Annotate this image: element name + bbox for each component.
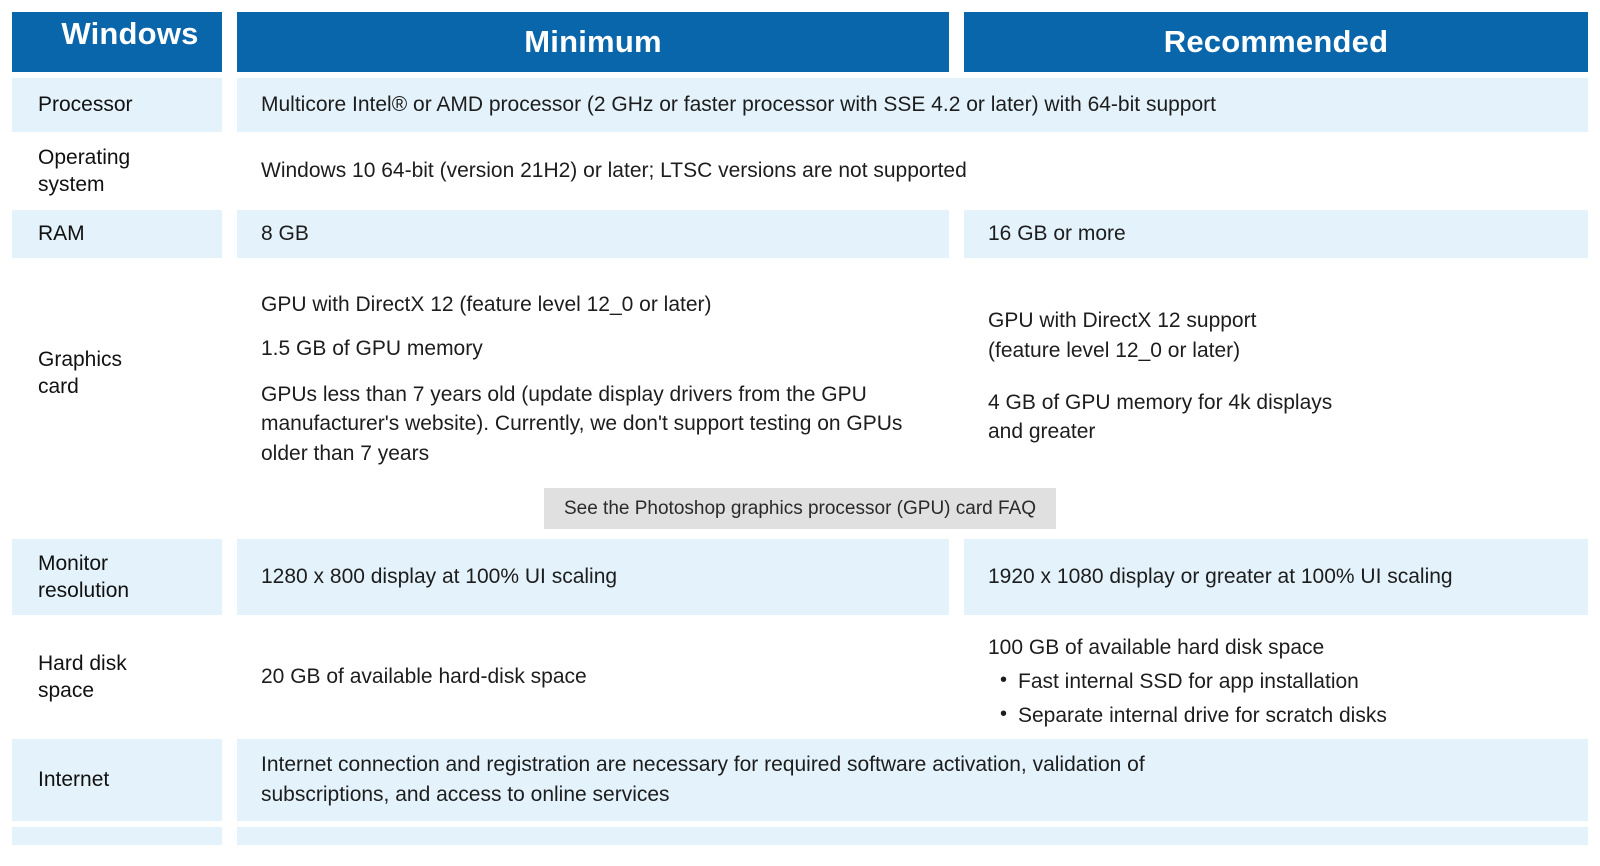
row-label-graphics-card: Graphics card (12, 264, 222, 482)
system-requirements-table: Windows Minimum Recommended Processor Mu… (0, 0, 1600, 845)
row-label-line-1: Monitor (38, 551, 109, 575)
gpu-min-paragraph-1: GPU with DirectX 12 (feature level 12_0 … (261, 293, 712, 316)
table-row-internet: Internet Internet connection and registr… (12, 739, 1588, 821)
row-label-next-partial (12, 827, 222, 845)
gpu-min-paragraph-3: GPUs less than 7 years old (update displ… (261, 382, 903, 466)
disk-rec-heading: 100 GB of available hard disk space (988, 636, 1325, 659)
header-recommended: Recommended (964, 12, 1588, 72)
row-value-processor: Multicore Intel® or AMD processor (2 GHz… (237, 78, 1588, 132)
row-label-line-2: resolution (38, 579, 130, 602)
row-label-monitor-resolution: Monitor resolution (12, 539, 222, 615)
row-label-line-1: Operating (38, 145, 131, 169)
internet-line-1: Internet connection and registration are… (261, 753, 1145, 777)
column-gap (949, 264, 964, 482)
row-label-line-1: Graphics (38, 347, 123, 371)
row-label-ram: RAM (12, 210, 222, 258)
row-label-line-1: Hard disk (38, 651, 127, 675)
row-value-graphics-card-recommended: GPU with DirectX 12 support (feature lev… (964, 264, 1588, 482)
table-row-monitor-resolution: Monitor resolution 1280 x 800 display at… (12, 539, 1588, 615)
row-value-internet: Internet connection and registration are… (237, 739, 1588, 821)
row-value-disk-minimum: 20 GB of available hard-disk space (237, 621, 949, 733)
internet-line-2: subscriptions, and access to online serv… (261, 783, 670, 806)
list-item: Separate internal drive for scratch disk… (1000, 700, 1570, 731)
table-row-hard-disk-space: Hard disk space 20 GB of available hard-… (12, 621, 1588, 733)
row-value-operating-system: Windows 10 64-bit (version 21H2) or late… (237, 138, 1588, 204)
row-value-monitor-recommended: 1920 x 1080 display or greater at 100% U… (964, 539, 1588, 615)
list-item: Fast internal SSD for app installation (1000, 666, 1570, 697)
row-label-line-2: system (38, 173, 105, 196)
row-label-hard-disk-space: Hard disk space (12, 621, 222, 733)
column-gap (949, 12, 964, 72)
disk-rec-bullet-list: Fast internal SSD for app installation S… (988, 666, 1570, 736)
table-row-graphics-card: Graphics card GPU with DirectX 12 (featu… (12, 264, 1588, 482)
column-gap (949, 210, 964, 258)
row-value-monitor-minimum: 1280 x 800 display at 100% UI scaling (237, 539, 949, 615)
column-gap (222, 78, 237, 132)
column-gap (222, 739, 237, 821)
table-row-next-partial (12, 827, 1588, 845)
column-gap (222, 827, 237, 845)
column-gap (222, 12, 237, 72)
table-row-operating-system: Operating system Windows 10 64-bit (vers… (12, 138, 1588, 204)
table-row-ram: RAM 8 GB 16 GB or more (12, 210, 1588, 258)
column-gap (949, 621, 964, 733)
gpu-rec-paragraph-1-line-1: GPU with DirectX 12 support (988, 309, 1257, 332)
row-value-next-partial (237, 827, 1588, 845)
header-minimum: Minimum (237, 12, 949, 72)
table-header-row: Windows Minimum Recommended (12, 12, 1588, 72)
gpu-rec-paragraph-2-line-2: and greater (988, 420, 1096, 444)
column-gap (222, 539, 237, 615)
row-value-graphics-card-minimum: GPU with DirectX 12 (feature level 12_0 … (237, 264, 949, 482)
column-gap (222, 264, 237, 482)
column-gap (222, 621, 237, 733)
gpu-rec-paragraph-2-line-1: 4 GB of GPU memory for 4k displays (988, 390, 1333, 414)
row-label-line-2: card (38, 375, 79, 398)
row-value-ram-minimum: 8 GB (237, 210, 949, 258)
gpu-rec-paragraph-1-line-2: (feature level 12_0 or later) (988, 338, 1241, 362)
gpu-min-paragraph-2: 1.5 GB of GPU memory (261, 336, 483, 360)
row-value-disk-recommended: 100 GB of available hard disk space Fast… (964, 621, 1588, 733)
table-row-processor: Processor Multicore Intel® or AMD proces… (12, 78, 1588, 132)
gpu-faq-note-wrapper: See the Photoshop graphics processor (GP… (12, 488, 1588, 529)
row-label-internet: Internet (12, 739, 222, 821)
row-value-ram-recommended: 16 GB or more (964, 210, 1588, 258)
row-label-line-2: space (38, 679, 95, 702)
row-label-processor: Processor (12, 78, 222, 132)
column-gap (222, 138, 237, 204)
gpu-faq-note[interactable]: See the Photoshop graphics processor (GP… (543, 488, 1057, 529)
column-gap (222, 210, 237, 258)
header-platform: Windows (12, 12, 222, 72)
row-label-operating-system: Operating system (12, 138, 222, 204)
column-gap (949, 539, 964, 615)
